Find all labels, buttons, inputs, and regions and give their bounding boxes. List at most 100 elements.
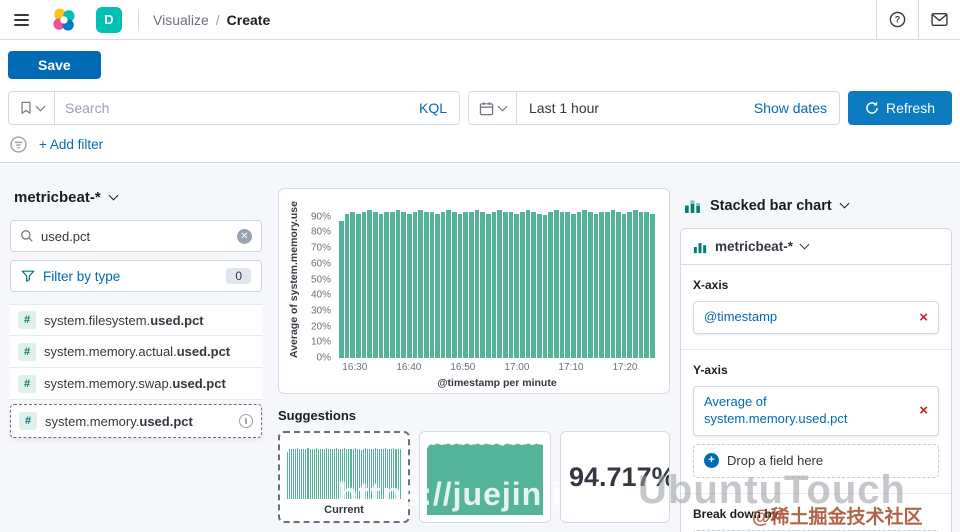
top-header: D Visualize / Create ?	[0, 0, 960, 40]
filter-count-badge: 0	[226, 268, 251, 284]
field-name: system.memory.used.pct	[45, 413, 193, 429]
svg-text:?: ?	[895, 15, 901, 25]
newsfeed-button[interactable]	[918, 0, 960, 39]
suggestions-row: Current 94.717%	[278, 431, 670, 523]
layer-index-pattern[interactable]: metricbeat-*	[681, 229, 951, 265]
field-name: system.memory.actual.used.pct	[44, 344, 231, 359]
chart-panel: Average of system.memory.use 90% 80% 70% 60…	[278, 188, 670, 394]
search-input[interactable]	[55, 100, 419, 116]
stacked-bar-chart-icon	[685, 200, 700, 213]
filter-by-type[interactable]: Filter by type 0	[10, 260, 262, 292]
data-panel: metricbeat-* ✕ Filter by type 0 # system…	[0, 163, 270, 532]
y-axis-section-label: Y-axis	[693, 362, 728, 377]
metric-value: 94.717%	[569, 461, 670, 492]
bar-plot	[339, 201, 655, 358]
calendar-icon	[479, 101, 494, 115]
saved-query-button[interactable]	[9, 92, 55, 124]
field-item[interactable]: # system.filesystem.used.pct	[10, 304, 262, 336]
header-right: ?	[876, 0, 960, 39]
time-range-text[interactable]: Last 1 hour	[517, 100, 754, 116]
chevron-down-icon	[799, 239, 810, 250]
remove-y-dimension-button[interactable]: ×	[913, 403, 928, 418]
x-axis-section-label: X-axis	[693, 278, 729, 292]
query-bar: KQL Last 1 hour Show dates Refresh	[0, 85, 960, 131]
y-axis-ticks: 90% 80% 70% 60% 50% 40% 30% 20% 10% 0%	[310, 211, 331, 364]
remove-x-dimension-button[interactable]: ×	[913, 310, 928, 325]
y-axis-dimension-label: Average of system.memory.used.pct	[704, 393, 848, 426]
refresh-button[interactable]: Refresh	[848, 91, 952, 125]
number-field-icon: #	[18, 311, 36, 329]
layer-index-pattern-label: metricbeat-*	[715, 239, 794, 254]
breadcrumb: Visualize / Create	[153, 12, 270, 28]
menu-button[interactable]	[0, 0, 42, 39]
field-item[interactable]: # system.memory.actual.used.pct	[10, 336, 262, 368]
date-quick-select-button[interactable]	[469, 92, 517, 124]
space-badge[interactable]: D	[96, 6, 122, 33]
layer-config-card: metricbeat-* X-axis @timestamp × Y-axis …	[680, 228, 952, 532]
clear-search-button[interactable]: ✕	[237, 228, 252, 244]
elastic-logo[interactable]	[42, 7, 86, 33]
y-axis-section: Y-axis Average of system.memory.used.pct…	[681, 348, 951, 493]
filter-bar: + Add filter	[0, 131, 960, 162]
help-button[interactable]: ?	[876, 0, 918, 39]
suggestion-current-label: Current	[324, 504, 364, 516]
y-axis-title: Average of system.memory.use	[288, 201, 300, 358]
breadcrumb-visualize[interactable]: Visualize	[153, 12, 209, 28]
x-axis-section: X-axis @timestamp ×	[681, 265, 951, 349]
x-axis-title: @timestamp per minute	[437, 377, 557, 389]
y-axis-drop-zone[interactable]: + Drop a field here	[693, 443, 939, 478]
field-search-input[interactable]	[41, 228, 230, 244]
break-down-label: Break down by	[693, 506, 779, 521]
number-field-icon: #	[19, 412, 37, 430]
x-axis-dimension-label: @timestamp	[704, 309, 778, 324]
x-axis-dimension[interactable]: @timestamp ×	[693, 301, 939, 334]
hamburger-icon	[13, 13, 29, 26]
number-field-icon: #	[18, 374, 36, 393]
config-panel: Stacked bar chart metricbeat-* X-axis @t…	[678, 163, 960, 532]
lens-workspace: metricbeat-* ✕ Filter by type 0 # system…	[0, 162, 960, 532]
suggestion-metric[interactable]: 94.717%	[560, 431, 670, 523]
y-axis-dimension[interactable]: Average of system.memory.used.pct ×	[693, 385, 939, 436]
mini-area-path	[427, 443, 543, 515]
envelope-icon	[931, 12, 948, 27]
show-dates-link[interactable]: Show dates	[754, 100, 839, 116]
chart-type-label: Stacked bar chart	[710, 197, 832, 214]
filter-icon	[10, 136, 27, 153]
suggestion-area-chart[interactable]	[419, 431, 551, 523]
saved-query-icon	[21, 101, 31, 114]
field-search: ✕	[10, 220, 262, 252]
field-name: system.memory.swap.used.pct	[44, 376, 226, 391]
number-field-icon: #	[18, 342, 36, 361]
chart-type-switcher[interactable]: Stacked bar chart	[680, 197, 952, 214]
field-list: # system.filesystem.used.pct # system.me…	[10, 304, 262, 438]
date-picker: Last 1 hour Show dates	[468, 91, 840, 125]
save-row: Save	[0, 40, 960, 85]
x-axis-ticks: 16:30 16:40 16:50 17:00 17:10 17:20	[342, 362, 638, 373]
header-left: D Visualize / Create	[0, 0, 270, 39]
refresh-icon	[866, 101, 878, 114]
field-name: system.filesystem.used.pct	[44, 312, 204, 328]
chevron-down-icon	[497, 101, 508, 111]
help-icon: ?	[889, 11, 906, 28]
field-item[interactable]: # system.memory.swap.used.pct	[10, 368, 262, 400]
plus-icon: +	[704, 453, 719, 469]
suggestions-title: Suggestions	[278, 408, 357, 423]
mini-bar-chart	[287, 445, 401, 499]
funnel-icon	[21, 270, 35, 282]
search-icon	[21, 230, 33, 242]
breadcrumb-create: Create	[226, 11, 271, 28]
filter-by-type-label: Filter by type	[43, 268, 121, 284]
suggestion-current[interactable]: Current	[278, 431, 410, 523]
mini-area-chart	[427, 443, 543, 515]
kql-selector[interactable]: KQL	[419, 100, 459, 116]
refresh-label: Refresh	[885, 100, 936, 116]
save-button[interactable]: Save	[8, 51, 101, 79]
breadcrumb-separator: /	[215, 11, 220, 28]
break-down-section: Break down by + Drop a field here	[681, 492, 951, 532]
add-filter-link[interactable]: + Add filter	[39, 137, 103, 152]
index-pattern-switcher[interactable]: metricbeat-*	[10, 189, 262, 206]
field-item-selected[interactable]: # system.memory.used.pct i	[10, 404, 262, 438]
workspace-center: Average of system.memory.use 90% 80% 70% 60…	[270, 163, 678, 532]
field-info-icon[interactable]: i	[239, 414, 253, 428]
chevron-down-icon	[108, 190, 119, 201]
